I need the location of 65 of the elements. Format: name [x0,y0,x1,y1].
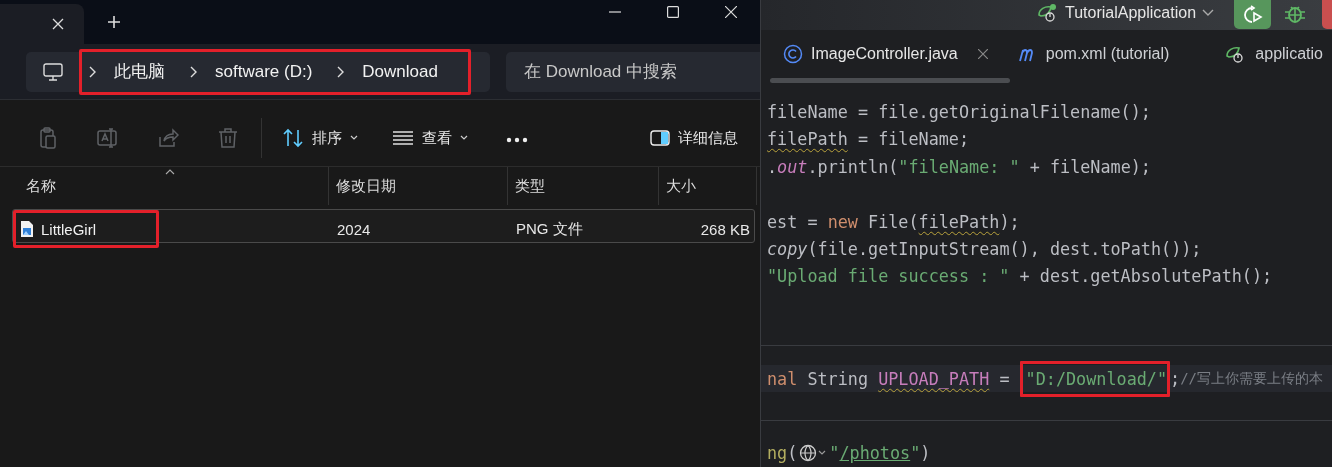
code-text: UPLOAD_PATH [878,368,990,389]
highlighted-code-text: "D:/Download/" [1019,360,1171,397]
sort-icon [282,128,304,148]
editor-tab[interactable]: pom.xml (tutorial) [1017,30,1170,79]
plus-icon[interactable] [107,15,121,29]
caret-icon [460,135,468,141]
maximize-icon [667,6,679,18]
trash-icon [217,127,239,149]
image-file-icon [20,220,34,238]
code-text: " [910,443,921,464]
code-text: ) [920,443,931,464]
type-cell-text: PNG 文件 [515,218,584,239]
editor-tab[interactable]: ImageController.java [783,30,988,79]
rerun-button[interactable] [1234,0,1271,29]
share-icon [157,127,179,149]
chevron-icon [189,65,197,78]
size-cell-text: 268 KB [699,219,751,240]
code-text: /photos [839,443,911,464]
sort-button[interactable]: 排序 [276,120,364,156]
code-text: ; [1170,368,1181,389]
breadcrumb-item[interactable]: 此电脑 [114,60,165,83]
code-line: est = new File(filePath); [766,210,1021,234]
code-text: String [806,368,870,389]
scrollbar-thumb[interactable] [770,78,1010,84]
caret-icon [350,135,358,141]
close-icon [725,6,737,18]
date-cell-text: 2024 [336,219,372,240]
rename-icon [97,127,119,149]
rerun-icon [1241,4,1264,25]
code-line: filePath = fileName; [766,128,971,152]
code-text: ng [767,443,788,464]
breadcrumb-item[interactable]: software (D:) [215,61,313,82]
file-name: LittleGirl [41,220,96,238]
chevron-down-icon [1202,9,1215,17]
address-bar[interactable]: 此电脑 software (D:) Download [26,51,490,92]
chevron-icon [336,65,345,78]
column-header[interactable]: 修改日期 [329,167,508,205]
globe-icon[interactable] [799,444,828,463]
code-text: nal [767,368,798,389]
stop-button[interactable] [1322,0,1332,29]
details-pane-icon [650,130,670,146]
column-header[interactable]: 名称 [12,167,329,205]
code-line: "Upload file success : " + dest.getAbsolutePath(); [766,265,1274,289]
sort-caret-icon [165,169,175,175]
breadcrumb-item[interactable]: Download [362,61,438,82]
column-header[interactable]: 大小 [659,167,757,205]
code-text: " [829,443,840,464]
class-icon [783,44,803,65]
code-line: fileName = file.getOriginalFilename(); [766,101,1152,124]
more-icon [506,137,528,143]
code-text: //写上你需要上传的本 [1180,369,1323,388]
code-text: ( [787,443,798,464]
code-text: = [998,368,1011,389]
code-line: .out.println("fileName: " + fileName); [766,155,1152,179]
search-field[interactable]: 在 Download 中搜索 [506,51,760,92]
view-button[interactable]: 查看 [386,120,474,156]
details-button[interactable]: 详细信息 [644,120,744,156]
clipboard-icon [37,127,59,149]
list-icon [392,128,414,148]
computer-icon [42,62,63,81]
code-line: copy(file.getInputStream(), dest.toPath()); [766,237,1203,261]
editor-tab[interactable]: applicatio [1225,30,1323,79]
column-header[interactable]: 类型 [508,167,659,205]
chevron-icon [88,65,96,78]
leaf-power-icon [1037,3,1059,23]
